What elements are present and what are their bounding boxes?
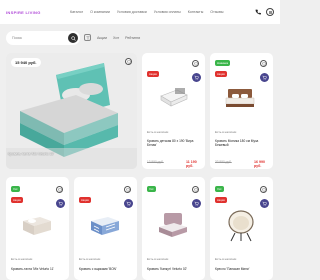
sale-badge: Акция	[147, 71, 159, 77]
phone-icon	[255, 9, 261, 15]
product-title[interactable]: Кровать-тахта 'Mix Velurto 11'	[11, 267, 66, 271]
filter-bar: Акции Хит Рейтинги	[84, 34, 140, 41]
nav-item-payment[interactable]: Условия оплаты	[154, 10, 181, 14]
add-to-cart-button[interactable]	[192, 199, 201, 208]
filter-rating[interactable]: Рейтинги	[125, 36, 140, 40]
stock-status: Есть в наличии	[215, 257, 237, 261]
heart-icon	[57, 187, 62, 192]
stock-status: Есть в наличии	[147, 257, 169, 261]
new-badge: Новинка	[215, 60, 231, 66]
cart-icon	[194, 201, 199, 206]
featured-title: Кровать-тахта 'Mix Velurto 15'	[8, 152, 54, 156]
product-title[interactable]: Кровать 'Канкун' Velurto 02'	[147, 267, 202, 271]
old-price: 13 990 руб.	[147, 160, 164, 164]
heart-icon	[261, 61, 266, 66]
heart-icon	[193, 61, 198, 66]
product-image	[91, 217, 119, 235]
add-to-cart-button[interactable]	[260, 199, 269, 208]
heart-icon	[261, 187, 266, 192]
phone-button[interactable]	[254, 8, 262, 16]
search-input[interactable]: Поиск	[6, 31, 80, 45]
heart-icon	[193, 187, 198, 192]
favorite-button[interactable]	[192, 186, 199, 193]
search-button[interactable]	[68, 33, 78, 43]
add-to-cart-button[interactable]	[260, 73, 269, 82]
favorite-button[interactable]	[124, 186, 131, 193]
featured-price: 15 940 руб.	[11, 58, 41, 67]
page: INSPIRE LIVING Каталог О компании Услови…	[0, 0, 280, 280]
product-title[interactable]: Кресло 'Папасан Мини'	[215, 267, 270, 271]
product-image	[160, 88, 188, 107]
nav-item-reviews[interactable]: Отзывы	[210, 10, 223, 14]
product-card[interactable]: Хит Есть в наличии Кровать 'Канкун' Velu…	[142, 177, 205, 280]
cart-icon	[262, 201, 267, 206]
hit-badge: Хит	[11, 186, 20, 192]
product-card[interactable]: Хит Акция Есть в наличии Кровать-тахта '…	[6, 177, 69, 280]
nav-item-catalog[interactable]: Каталог	[70, 10, 83, 14]
favorite-button[interactable]	[56, 186, 63, 193]
search-icon	[70, 35, 76, 41]
nav-item-contacts[interactable]: Контакты	[188, 10, 204, 14]
favorite-button[interactable]	[260, 60, 267, 67]
nav-item-about[interactable]: О компании	[90, 10, 110, 14]
favorite-button[interactable]	[260, 186, 267, 193]
header-actions	[254, 8, 274, 16]
product-image	[159, 213, 187, 237]
stock-status: Есть в наличии	[11, 257, 33, 261]
filter-icon	[85, 36, 90, 39]
old-price: 33 990 руб.	[215, 160, 232, 164]
add-to-cart-button[interactable]	[124, 199, 133, 208]
hit-badge: Хит	[147, 186, 156, 192]
stock-status: Есть в наличии	[147, 130, 169, 134]
main-nav: Каталог О компании Условия доставки Усло…	[70, 10, 223, 14]
sale-badge: Акция	[79, 197, 91, 203]
sale-badge: Акция	[11, 197, 23, 203]
stock-status: Есть в наличии	[215, 130, 237, 134]
product-image	[225, 89, 255, 107]
logo[interactable]: INSPIRE LIVING	[6, 10, 58, 15]
nav-item-delivery[interactable]: Условия доставки	[117, 10, 147, 14]
product-card[interactable]: Хит Акция Есть в наличии Кресло 'Папасан…	[210, 177, 273, 280]
stock-status: Есть в наличии	[79, 257, 101, 261]
favorite-button[interactable]	[192, 60, 199, 67]
cart-icon	[194, 75, 199, 80]
search-placeholder: Поиск	[12, 36, 22, 40]
filter-sale[interactable]: Акции	[97, 36, 107, 40]
new-price: 16 990 руб.	[254, 160, 265, 168]
menu-icon	[268, 10, 272, 14]
cart-icon	[58, 201, 63, 206]
heart-icon	[125, 187, 130, 192]
product-image	[228, 210, 254, 242]
product-card[interactable]: Акция Есть в наличии Кровать с ящиками '…	[74, 177, 137, 280]
hit-badge: Хит	[215, 186, 224, 192]
add-to-cart-button[interactable]	[56, 199, 65, 208]
product-card[interactable]: Акция Есть в наличии Кровать детская 80 …	[142, 53, 205, 169]
product-title[interactable]: Кровать Моника 180 см Муза Бежевый	[215, 139, 270, 147]
product-title[interactable]: Кровать детская 80 x 190 'Вира Белая'	[147, 139, 202, 147]
sale-badge: Акция	[215, 197, 227, 203]
filter-toggle[interactable]	[84, 34, 91, 41]
header: INSPIRE LIVING Каталог О компании Услови…	[0, 0, 280, 24]
product-title[interactable]: Кровать с ящиками 'BON'	[79, 267, 134, 271]
menu-button[interactable]	[266, 8, 274, 16]
product-image	[23, 217, 51, 235]
sale-badge: Акция	[215, 71, 227, 77]
add-to-cart-button[interactable]	[192, 73, 201, 82]
favorite-button[interactable]	[125, 58, 132, 65]
new-price: 11 190 руб.	[186, 160, 197, 168]
heart-icon	[126, 59, 131, 64]
cart-icon	[126, 201, 131, 206]
filter-hit[interactable]: Хит	[113, 36, 119, 40]
product-card[interactable]: Новинка Акция Есть в наличии Кровать Мон…	[210, 53, 273, 169]
cart-icon	[262, 75, 267, 80]
